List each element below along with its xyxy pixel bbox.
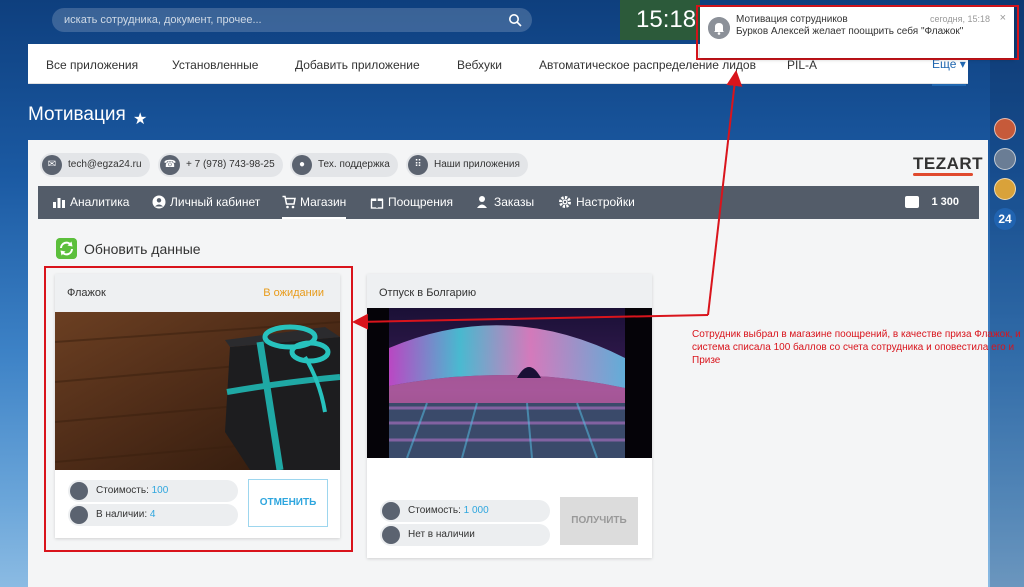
notification-time: сегодня, 15:18 [929,14,990,24]
notification-popup[interactable]: Мотивация сотрудников сегодня, 15:18 × Б… [700,7,1014,58]
annotation-text: Сотрудник выбрал в магазине поощрений, в… [692,329,1021,366]
bell-icon [708,17,730,39]
notification-title: Мотивация сотрудников [736,14,848,25]
notification-body: Бурков Алексей желает поощрить себя "Фла… [736,26,964,37]
close-icon[interactable]: × [1000,12,1006,24]
annotation-arrows [352,70,743,330]
